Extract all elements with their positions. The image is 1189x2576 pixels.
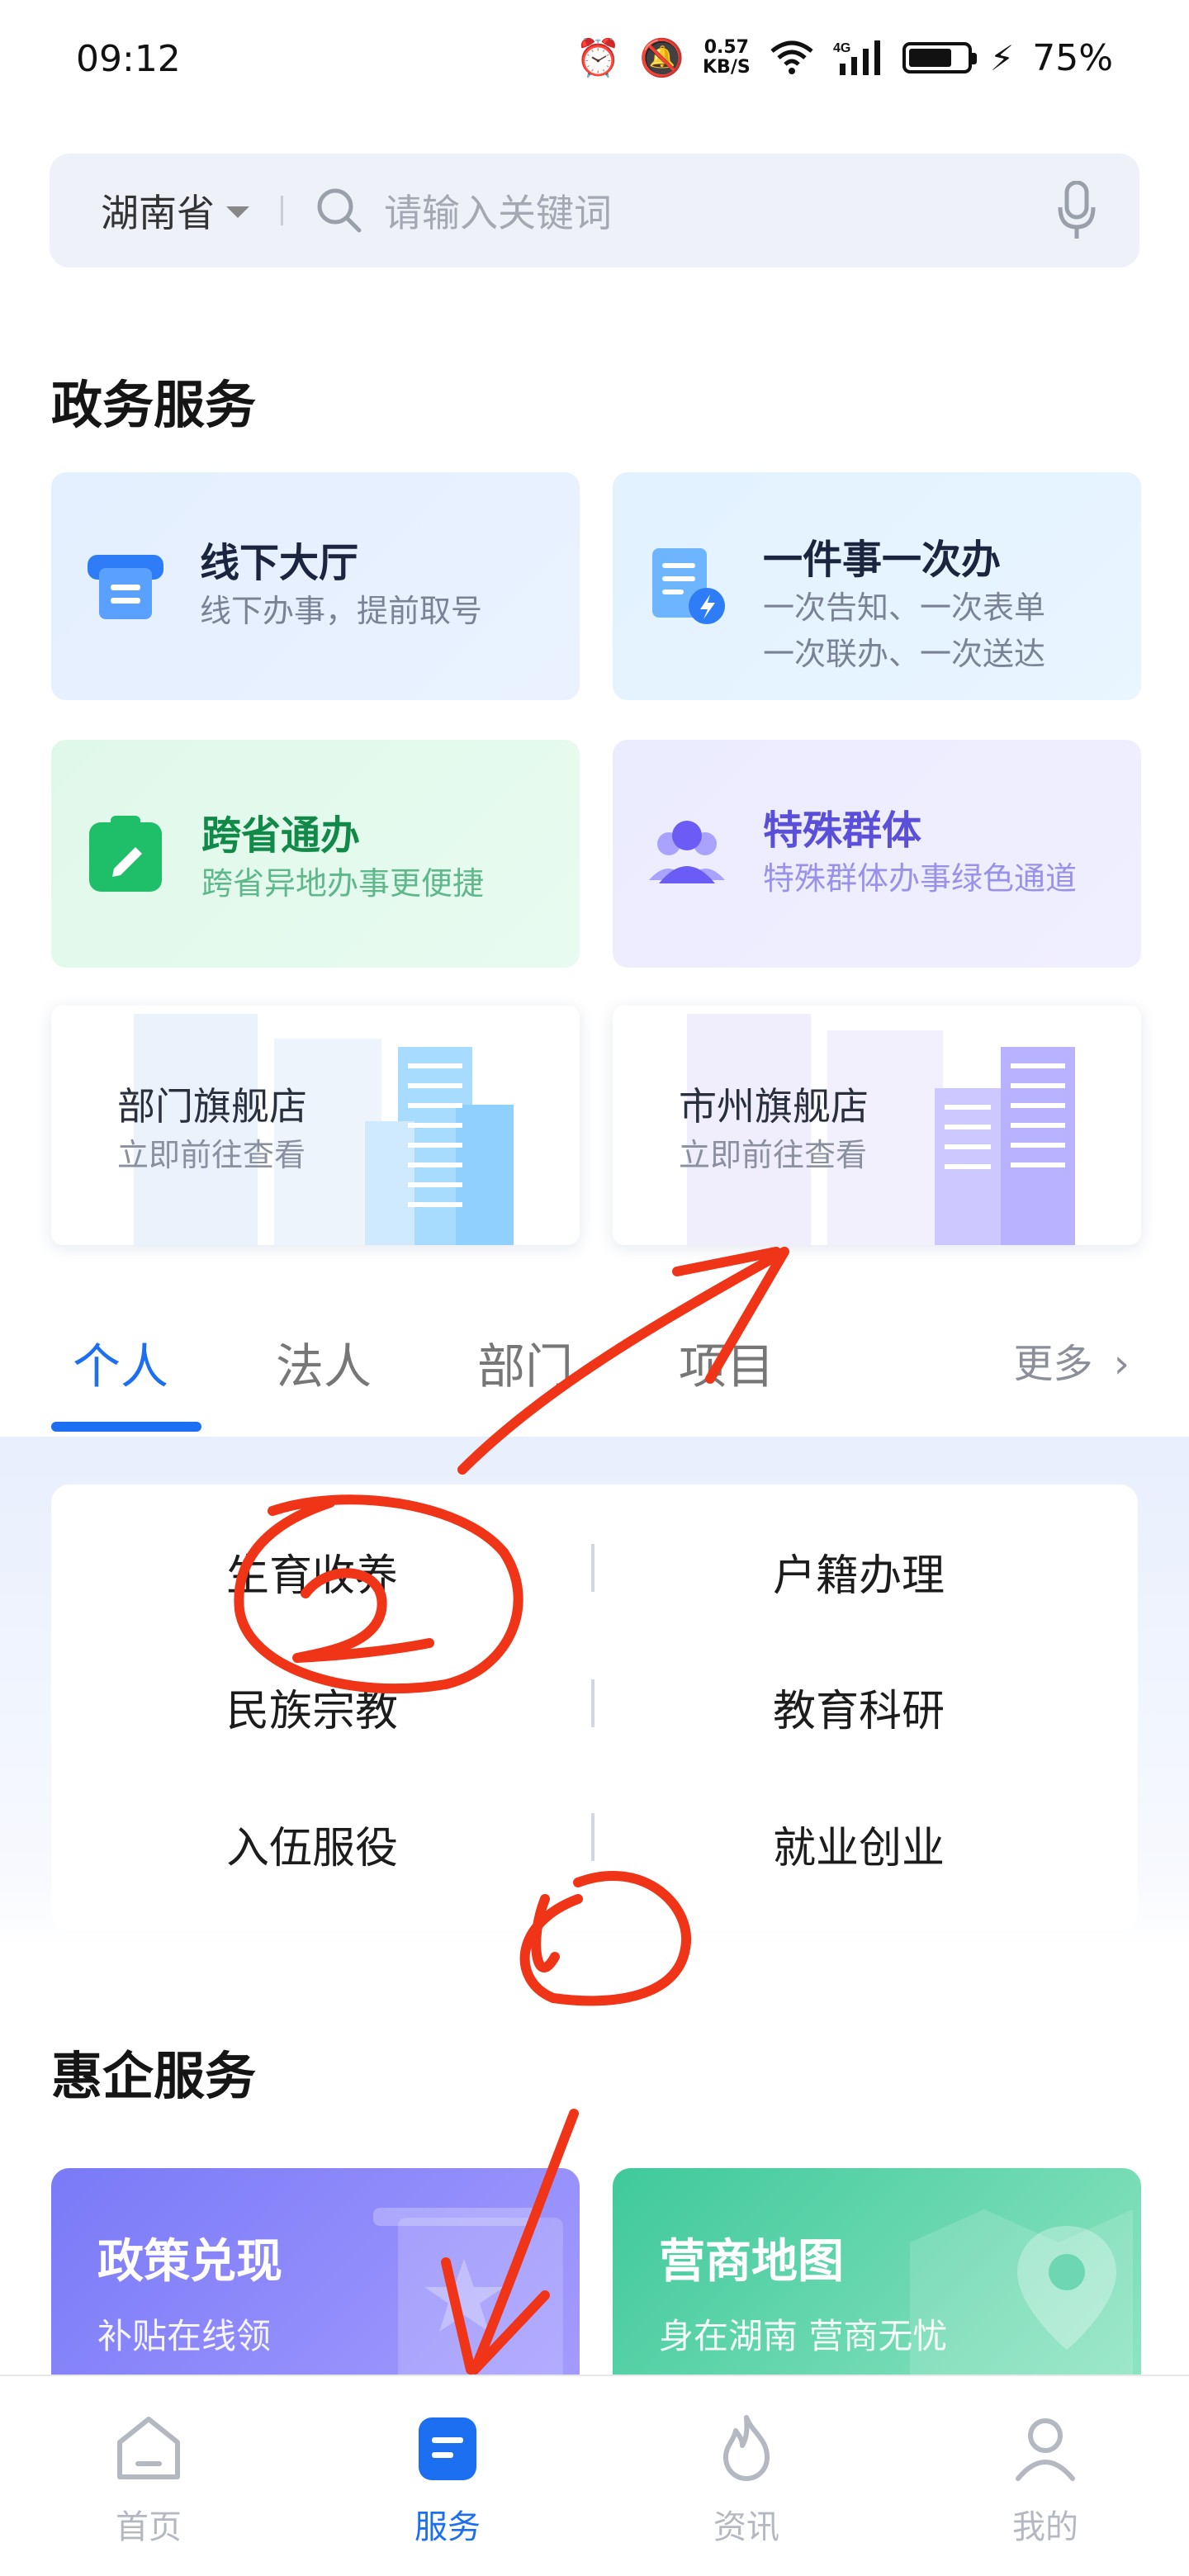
item-employment[interactable]: 就业创业 (773, 1813, 945, 1875)
offline-hall-card[interactable]: 线下大厅 线下办事，提前取号 (51, 472, 580, 700)
business-map-card[interactable]: 营商地图 身在湖南 营商无忧 (613, 2168, 1141, 2383)
battery-fill (908, 49, 951, 67)
nav-news[interactable]: 资讯 (664, 2413, 829, 2548)
business-map-title: 营商地图 (659, 2235, 844, 2289)
tab-department[interactable]: 部门 (477, 1328, 573, 1397)
network-type: 4G (833, 41, 850, 55)
one-thing-subtitle-2: 一次联办、一次送达 (763, 636, 1046, 672)
net-speed: 0.57 KB/S (703, 38, 751, 78)
enterprise-services-title: 惠企服务 (51, 2046, 257, 2106)
home-icon (117, 2417, 180, 2479)
search-bar[interactable]: 湖南省 请输入关键词 (50, 154, 1139, 268)
tab-project[interactable]: 项目 (679, 1328, 775, 1397)
gov-services-title: 政务服务 (51, 375, 257, 435)
net-speed-value: 0.57 (703, 37, 749, 58)
battery-percent: 75% (1032, 36, 1113, 79)
search-icon (317, 188, 362, 233)
wifi-icon (770, 40, 813, 74)
policy-subtitle: 补贴在线领 (97, 2316, 272, 2356)
cross-province-card[interactable]: 跨省通办 跨省异地办事更便捷 (51, 740, 580, 968)
microphone-icon[interactable] (1057, 181, 1097, 240)
special-groups-subtitle: 特殊群体办事绿色通道 (763, 860, 1078, 897)
department-store-title: 部门旗舰店 (117, 1084, 307, 1129)
battery-icon (902, 42, 977, 73)
status-icons: ⏰ 🔕 0.57 KB/S 4G ⚡ 75% (576, 36, 1113, 80)
document-flash-icon (652, 548, 725, 624)
more-tabs-label: 更多 (1013, 1341, 1093, 1387)
bottom-nav: 首页 服务 资讯 我的 (0, 2375, 1189, 2576)
charging-icon: ⚡ (989, 37, 1015, 78)
services-icon (419, 2417, 476, 2480)
purple-building-icon (935, 1047, 1075, 1245)
item-divider (591, 1544, 594, 1592)
queue-ticket-icon (88, 555, 163, 619)
nav-profile[interactable]: 我的 (963, 2413, 1128, 2548)
person-icon (1016, 2418, 1075, 2481)
status-bar: 09:12 ⏰ 🔕 0.57 KB/S 4G ⚡ 75% (0, 0, 1189, 124)
star-document-icon (373, 2208, 563, 2383)
nav-services[interactable]: 服务 (365, 2413, 530, 2548)
search-divider (281, 196, 283, 225)
one-thing-subtitle-1: 一次告知、一次表单 (763, 590, 1046, 626)
clipboard-edit-icon (89, 816, 162, 892)
region-selector[interactable]: 湖南省 (101, 183, 249, 238)
status-time: 09:12 (76, 38, 181, 80)
item-ethnicity-religion[interactable]: 民族宗教 (226, 1676, 398, 1738)
special-groups-title: 特殊群体 (763, 807, 922, 854)
mute-icon: 🔕 (639, 37, 685, 79)
item-divider (591, 1813, 594, 1861)
offline-hall-title: 线下大厅 (200, 540, 359, 586)
alarm-icon: ⏰ (576, 37, 622, 79)
chevron-right-icon: › (1113, 1341, 1130, 1387)
signal-icon: 4G (833, 40, 880, 75)
caret-down-icon (226, 206, 249, 218)
search-input[interactable]: 请输入关键词 (384, 183, 1057, 238)
region-label: 湖南省 (101, 191, 215, 235)
nav-home[interactable]: 首页 (66, 2413, 231, 2548)
net-speed-unit: KB/S (703, 57, 751, 78)
city-store-subtitle: 立即前往查看 (679, 1137, 868, 1173)
tab-personal[interactable]: 个人 (73, 1328, 168, 1397)
one-thing-card[interactable]: 一件事一次办 一次告知、一次表单 一次联办、一次送达 (613, 472, 1141, 700)
personal-items-card (51, 1485, 1138, 1930)
category-tabs: 个人 法人 部门 项目 更多 › (0, 1305, 1189, 1437)
more-tabs-link[interactable]: 更多 › (1014, 1331, 1130, 1389)
item-birth-adoption[interactable]: 生育收养 (226, 1541, 398, 1603)
special-groups-card[interactable]: 特殊群体 特殊群体办事绿色通道 (613, 740, 1141, 968)
nav-services-label: 服务 (414, 2508, 481, 2546)
cross-province-subtitle: 跨省异地办事更便捷 (201, 865, 485, 902)
city-store-title: 市州旗舰店 (679, 1084, 869, 1129)
people-group-icon (649, 821, 725, 883)
item-divider (591, 1679, 594, 1727)
policy-card[interactable]: 政策兑现 补贴在线领 (51, 2168, 580, 2383)
item-education-research[interactable]: 教育科研 (773, 1676, 945, 1738)
cross-province-title: 跨省通办 (201, 812, 361, 859)
item-household-registration[interactable]: 户籍办理 (773, 1541, 945, 1603)
policy-title: 政策兑现 (97, 2235, 282, 2289)
one-thing-title: 一件事一次办 (763, 537, 1002, 583)
nav-home-label: 首页 (116, 2508, 182, 2546)
active-tab-indicator (51, 1422, 201, 1432)
offline-hall-subtitle: 线下办事，提前取号 (200, 593, 483, 629)
nav-profile-label: 我的 (1012, 2508, 1078, 2546)
department-store-subtitle: 立即前往查看 (117, 1137, 306, 1173)
blue-building-icon (365, 1047, 514, 1245)
business-map-subtitle: 身在湖南 营商无忧 (659, 2316, 948, 2356)
city-store-card[interactable]: 市州旗舰店 立即前往查看 (613, 1006, 1141, 1245)
tab-legal-person[interactable]: 法人 (276, 1328, 372, 1397)
flame-icon (723, 2415, 770, 2481)
department-store-card[interactable]: 部门旗舰店 立即前往查看 (51, 1006, 580, 1245)
nav-news-label: 资讯 (713, 2508, 779, 2546)
item-military-service[interactable]: 入伍服役 (226, 1813, 398, 1875)
